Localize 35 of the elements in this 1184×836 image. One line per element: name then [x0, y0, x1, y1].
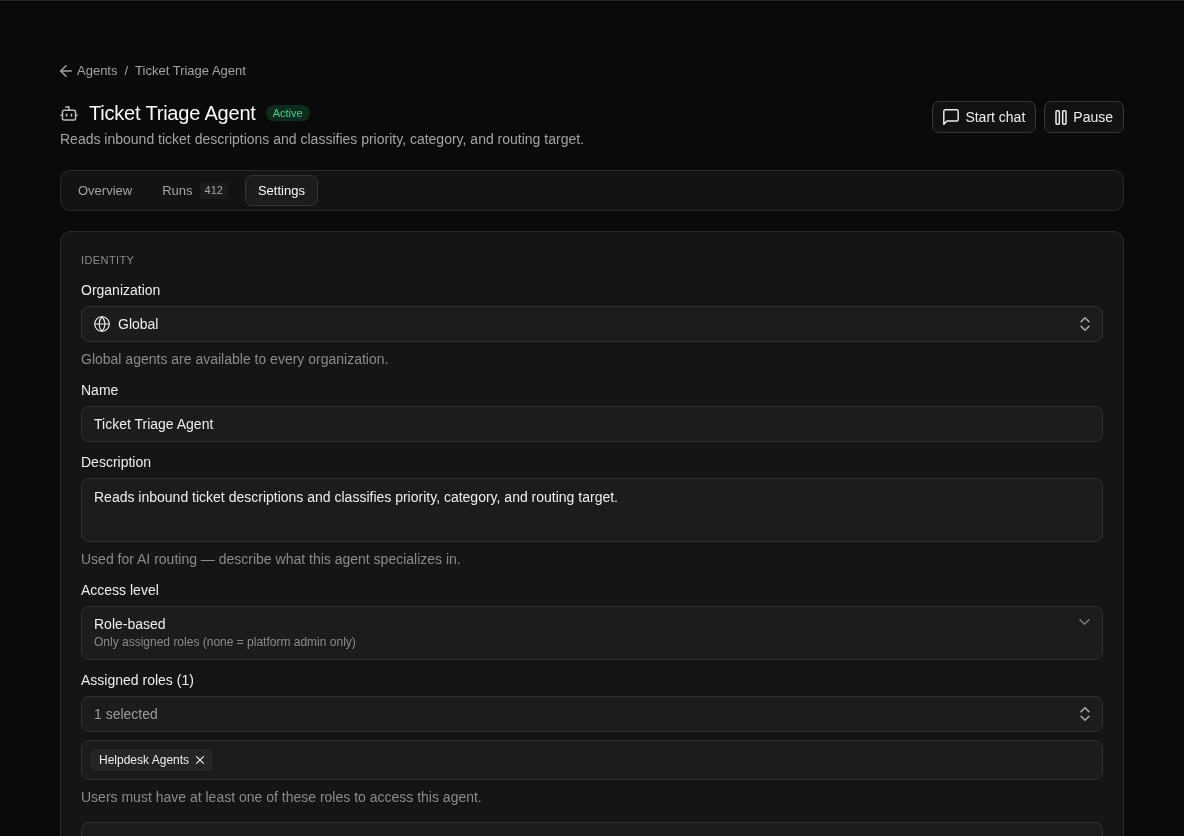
tab[interactable]: Settings: [244, 175, 318, 206]
field-label: Access level: [81, 581, 160, 600]
robot-icon: [60, 105, 78, 121]
field-label: Organization: [81, 281, 162, 300]
chevron-down-icon: [1079, 619, 1090, 625]
tab[interactable]: Overview: [65, 175, 146, 206]
back-link[interactable]: Agents: [60, 62, 118, 80]
message-icon: [943, 109, 960, 125]
breadcrumb-current: Ticket Triage Agent: [135, 62, 246, 80]
chevron-up-down-icon: [1080, 707, 1090, 721]
status-badge: Active: [265, 105, 310, 121]
page-title: Ticket Triage Agent: [89, 101, 256, 126]
breadcrumb-separator: /: [124, 62, 129, 80]
textarea-field[interactable]: Reads inbound ticket descriptions and classifies priority, category, and routing target.: [81, 478, 1103, 542]
tag-label: Helpdesk Agents: [99, 752, 190, 769]
text-input[interactable]: Ticket Triage Agent: [81, 406, 1103, 442]
multiselect-field[interactable]: 1 selected: [81, 696, 1103, 732]
field-hint: Users must have at least one of these roles to access this agent.: [81, 788, 483, 806]
field-hint: Used for AI routing — describe what this agent specializes in.: [81, 550, 462, 568]
agent-description: Reads inbound ticket descriptions and classifies priority, category, and routing target.: [60, 130, 584, 149]
section-heading: IDENTITY: [81, 253, 136, 268]
pause-button[interactable]: Pause: [1044, 101, 1124, 133]
field-label: Description: [81, 453, 153, 472]
field-hint: Global agents are available to every organization.: [81, 350, 390, 368]
select-field[interactable]: Global: [81, 306, 1103, 342]
pause-icon: [1055, 109, 1068, 125]
chat-button[interactable]: Start chat: [932, 101, 1037, 133]
field-label: Name: [81, 381, 120, 400]
field-label: Assigned roles (1): [81, 671, 195, 690]
select-field[interactable]: Role-based Only assigned roles (none = platform admin only): [81, 606, 1103, 660]
globe-icon: [94, 316, 110, 332]
chevron-up-down-icon: [1080, 317, 1090, 331]
count-badge: 412: [199, 182, 228, 199]
close-icon: [196, 756, 205, 764]
tab[interactable]: Runs 412: [149, 175, 241, 206]
